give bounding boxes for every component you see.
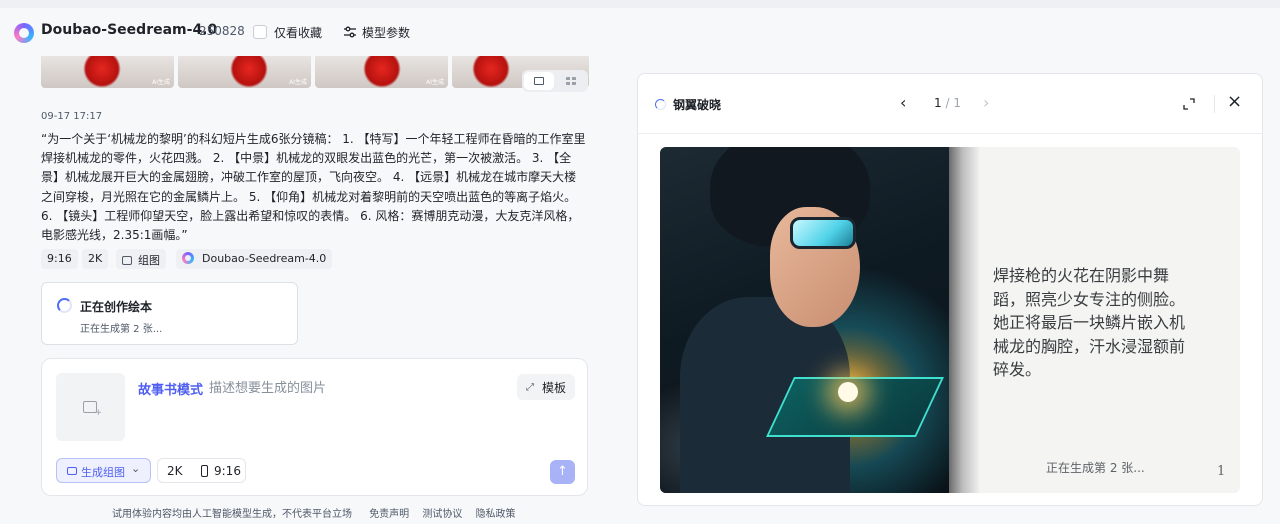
- ai-generated-badge: AI生成: [152, 79, 170, 86]
- close-icon: ×: [1227, 91, 1243, 112]
- footer-link-privacy[interactable]: 隐私政策: [476, 509, 516, 520]
- grid-view-icon: [566, 77, 576, 85]
- model-logo-icon: [14, 23, 34, 43]
- storybook-preview-panel: 钢翼破晓 ‹ 1 / 1 › × 焊接枪的火花在阴影中舞蹈，照亮少女专注的侧脸。…: [637, 73, 1263, 506]
- mode-tag: 组图: [116, 249, 166, 269]
- sliders-icon[interactable]: [343, 25, 357, 39]
- page-number: 1: [1217, 464, 1226, 479]
- image-set-icon: [122, 256, 132, 265]
- open-book: 焊接枪的火花在阴影中舞蹈，照亮少女专注的侧脸。她正将最后一块鳞片嵌入机械龙的胸腔…: [660, 147, 1240, 493]
- ai-generated-badge: AI生成: [289, 79, 307, 86]
- model-name[interactable]: Doubao-Seedream-4.0: [41, 22, 217, 38]
- chevron-right-icon: ›: [983, 93, 990, 112]
- view-toggle: [522, 70, 588, 92]
- list-view-icon: [534, 77, 544, 85]
- footer-disclaimer: 试用体验内容均由人工智能模型生成，不代表平台立场: [112, 509, 352, 520]
- status-subtitle: 正在生成第 2 张...: [80, 324, 163, 335]
- upload-image-button[interactable]: [56, 373, 125, 441]
- resolution-tag: 2K: [82, 249, 109, 269]
- chevron-left-icon: ‹: [900, 93, 907, 112]
- footer-link-terms[interactable]: 测试协议: [422, 509, 462, 520]
- image-gallery: AI生成 AI生成 AI生成: [41, 56, 589, 88]
- grid-view-button[interactable]: [556, 72, 586, 90]
- story-text-page: 焊接枪的火花在阴影中舞蹈，照亮少女专注的侧脸。她正将最后一块鳞片嵌入机械龙的胸腔…: [950, 147, 1240, 493]
- gallery-thumbnail[interactable]: AI生成: [178, 56, 311, 88]
- arrow-up-icon: ↑: [557, 464, 568, 479]
- fullscreen-icon[interactable]: [1183, 98, 1195, 110]
- favorites-label[interactable]: 仅看收藏: [274, 24, 322, 41]
- story-text: 焊接枪的火花在阴影中舞蹈，照亮少女专注的侧脸。她正将最后一块鳞片嵌入机械龙的胸腔…: [993, 266, 1186, 379]
- favorites-checkbox[interactable]: [253, 25, 267, 39]
- prompt-input[interactable]: [209, 377, 509, 399]
- model-version: 250828: [199, 24, 245, 38]
- expand-icon: ⤢: [526, 382, 534, 393]
- next-page-button[interactable]: ›: [983, 93, 989, 112]
- footer-link-disclaimer[interactable]: 免责声明: [369, 509, 409, 520]
- panel-separator: [638, 133, 1262, 134]
- prompt-text: “为一个关于‘机械龙的黎明’的科幻短片生成6张分镜稿： 1. 【特写】一个年轻工…: [41, 132, 586, 243]
- book-gutter: [949, 147, 979, 493]
- header-divider: [1214, 95, 1215, 113]
- prev-page-button[interactable]: ‹: [900, 93, 906, 112]
- close-button[interactable]: ×: [1227, 91, 1242, 112]
- loading-spinner-icon: [57, 298, 72, 313]
- ratio-tag: 9:16: [41, 249, 78, 269]
- story-illustration: [660, 147, 950, 493]
- ai-generated-badge: AI生成: [426, 79, 444, 86]
- image-set-icon: [67, 467, 77, 475]
- gallery-thumbnail[interactable]: AI生成: [315, 56, 448, 88]
- story-mode-label[interactable]: 故事书模式: [138, 379, 203, 398]
- model-tag: Doubao-Seedream-4.0: [176, 249, 333, 269]
- message-timestamp: 09-17 17:17: [41, 111, 103, 122]
- top-strip: [0, 0, 1280, 8]
- model-params-button[interactable]: 模型参数: [362, 24, 410, 41]
- footer: 试用体验内容均由人工智能模型生成，不代表平台立场 免责声明 测试协议 隐私政策: [112, 505, 526, 520]
- add-image-icon: [83, 401, 102, 418]
- generating-status: 正在生成第 2 张...: [1046, 461, 1145, 475]
- header: Doubao-Seedream-4.0 250828 仅看收藏 模型参数: [0, 8, 1280, 56]
- gallery-thumbnail[interactable]: AI生成: [41, 56, 174, 88]
- page-indicator: 1 / 1: [934, 96, 961, 110]
- model-logo-icon: [182, 252, 194, 264]
- send-button[interactable]: ↑: [550, 460, 575, 484]
- template-button[interactable]: ⤢ 模板: [517, 374, 575, 400]
- list-view-button[interactable]: [524, 72, 554, 90]
- loading-spinner-icon: [655, 99, 666, 110]
- composer-panel: 故事书模式 ⤢ 模板 生成组图 ⌄ 2K 9:16 ↑: [41, 358, 588, 496]
- generate-mode-dropdown[interactable]: 生成组图 ⌄: [56, 458, 151, 483]
- creating-status-card: 正在创作绘本 正在生成第 2 张...: [41, 282, 298, 345]
- chevron-down-icon: ⌄: [131, 462, 141, 475]
- status-title: 正在创作绘本: [80, 300, 153, 314]
- storybook-title: 钢翼破晓: [673, 98, 722, 112]
- portrait-ratio-icon: [201, 465, 208, 477]
- size-ratio-button[interactable]: 2K 9:16: [157, 458, 246, 483]
